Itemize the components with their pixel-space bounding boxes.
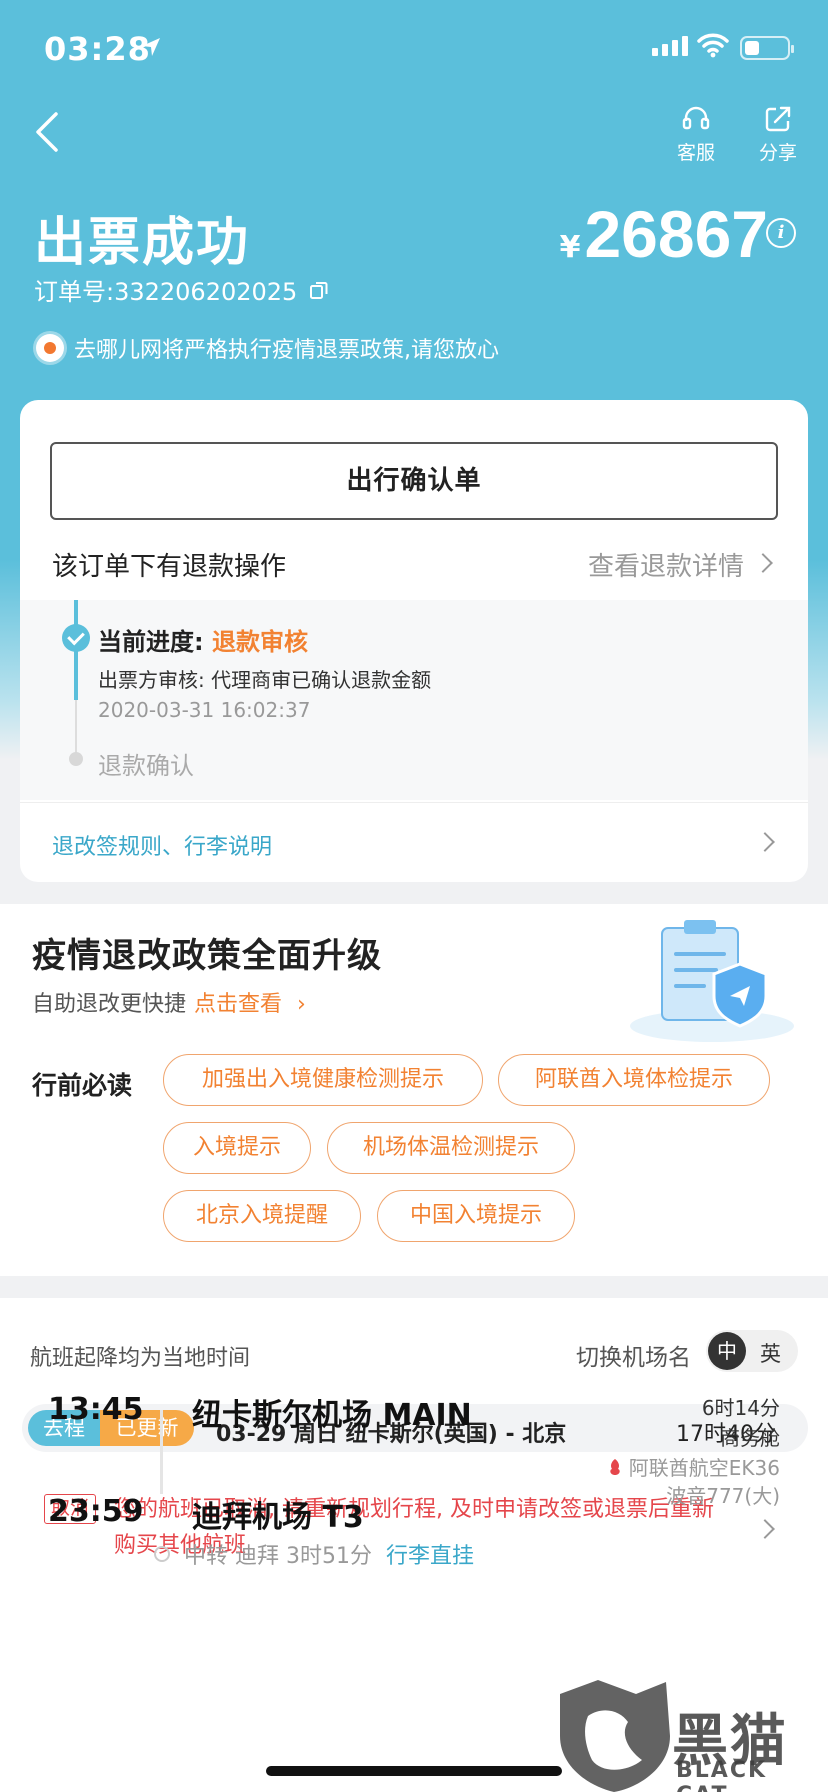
toggle-english[interactable]: 英 [760,1338,781,1368]
epidemic-notice: 去哪儿网将严格执行疫情退票政策,请您放心 [36,332,499,364]
arrival-time: 23:59 [48,1494,144,1529]
transit-ring-icon [154,1546,170,1562]
language-toggle[interactable]: 中 英 [706,1330,798,1372]
current-progress: 当前进度: 退款审核 [98,622,308,657]
home-indicator[interactable] [266,1766,562,1776]
notice-text: 去哪儿网将严格执行疫情退票政策,请您放心 [74,338,499,363]
headset-icon [682,106,710,130]
refund-label: 该订单下有退款操作 [52,552,287,582]
chevron-right-icon [755,1519,775,1539]
price-info-icon[interactable]: i [766,218,796,248]
arrival-airport: 迪拜机场 T3 [192,1500,364,1535]
tag-beijing-entry[interactable]: 北京入境提醒 [163,1190,361,1242]
customer-service-label: 客服 [676,142,715,164]
pending-step-dot [69,752,83,766]
price-value: 26867 [584,197,768,271]
order-card: 出行确认单 该订单下有退款操作 查看退款详情 当前进度: 退款审核 出票方审核:… [20,400,808,882]
chevron-right-icon [755,832,775,852]
watermark-en: BLACK CAT [676,1758,768,1792]
airline-logo-icon [610,1458,620,1475]
location-arrow-icon [142,38,160,56]
status-bar: 03:28 [0,0,828,100]
back-icon[interactable] [28,108,68,156]
progress-line-pending [75,700,77,760]
transit-text: 中转 迪拜 3时51分 [184,1544,372,1569]
flight-timeline [160,1410,163,1494]
travel-confirmation-button[interactable]: 出行确认单 [50,442,778,520]
document-shield-illustration-icon [630,920,794,1042]
progress-timestamp: 2020-03-31 16:02:37 [98,698,311,722]
rules-row[interactable]: 退改签规则、行李说明 [20,802,808,882]
tag-entry-tips[interactable]: 入境提示 [163,1122,311,1174]
must-read-label: 行前必读 [32,1071,133,1100]
share-button[interactable]: 分享 [748,104,808,165]
current-progress-label: 当前进度: [98,628,204,656]
flight-duration: 6时14分 [701,1396,780,1420]
policy-subtitle: 自助退改更快捷 点击查看 › [32,986,306,1018]
refund-progress: 当前进度: 退款审核 出票方审核: 代理商审已确认退款金额 2020-03-31… [20,600,808,800]
order-number-text: 订单号:332206202025 [34,278,298,306]
check-circle-icon [62,624,90,652]
share-icon [765,106,791,132]
tag-airport-temperature[interactable]: 机场体温检测提示 [327,1122,575,1174]
refund-row[interactable]: 该订单下有退款操作 查看退款详情 [52,540,776,584]
airport-name-switch-label: 切换机场名 [576,1345,691,1371]
wifi-icon [697,33,729,58]
page-title: 出票成功 [34,213,251,273]
price-currency: ¥ [559,230,581,265]
rules-link[interactable]: 退改签规则、行李说明 [52,829,272,861]
cellular-signal-icon [652,36,688,56]
aircraft-type: 波音777(大) [666,1484,780,1508]
transit-info: 中转 迪拜 3时51分 行李直挂 [154,1538,474,1570]
departure-time: 13:45 [48,1392,144,1427]
departure-airport: 纽卡斯尔机场 MAIN [192,1398,472,1433]
policy-subtitle-text: 自助退改更快捷 [32,992,187,1017]
copy-icon[interactable] [309,280,329,300]
policy-title: 疫情退改政策全面升级 [32,936,382,976]
customer-service-button[interactable]: 客服 [666,104,726,165]
policy-section: 疫情退改政策全面升级 自助退改更快捷 点击查看 › 行前必读 加强出入境健康检测提… [0,904,828,1276]
current-progress-state: 退款审核 [211,628,308,656]
toggle-chinese[interactable]: 中 [708,1332,746,1370]
local-time-note: 航班起降均为当地时间 [30,1346,251,1371]
refund-detail-link[interactable]: 查看退款详情 [588,546,744,583]
battery-icon [740,36,794,60]
progress-description: 出票方审核: 代理商审已确认退款金额 [98,668,432,692]
tag-uae-entry[interactable]: 阿联酋入境体检提示 [498,1054,770,1106]
total-price: ¥ 26867 [560,196,768,272]
share-label: 分享 [758,142,797,164]
order-number: 订单号:332206202025 [34,272,329,307]
airline: 阿联酋航空EK36 [607,1452,780,1481]
chevron-right-icon: › [290,992,306,1017]
tag-china-entry[interactable]: 中国入境提示 [377,1190,575,1242]
policy-view-link[interactable]: 点击查看 [194,992,282,1017]
notice-dot-icon [36,334,64,362]
airline-name: 阿联酋航空EK36 [628,1456,780,1480]
cabin-class: 商务舱 [720,1426,780,1450]
baggage-through-link[interactable]: 行李直挂 [386,1538,474,1570]
next-step-label: 退款确认 [98,752,194,780]
tag-health-check[interactable]: 加强出入境健康检测提示 [163,1054,483,1106]
chevron-right-icon [753,553,773,573]
status-time: 03:28 [44,30,151,68]
